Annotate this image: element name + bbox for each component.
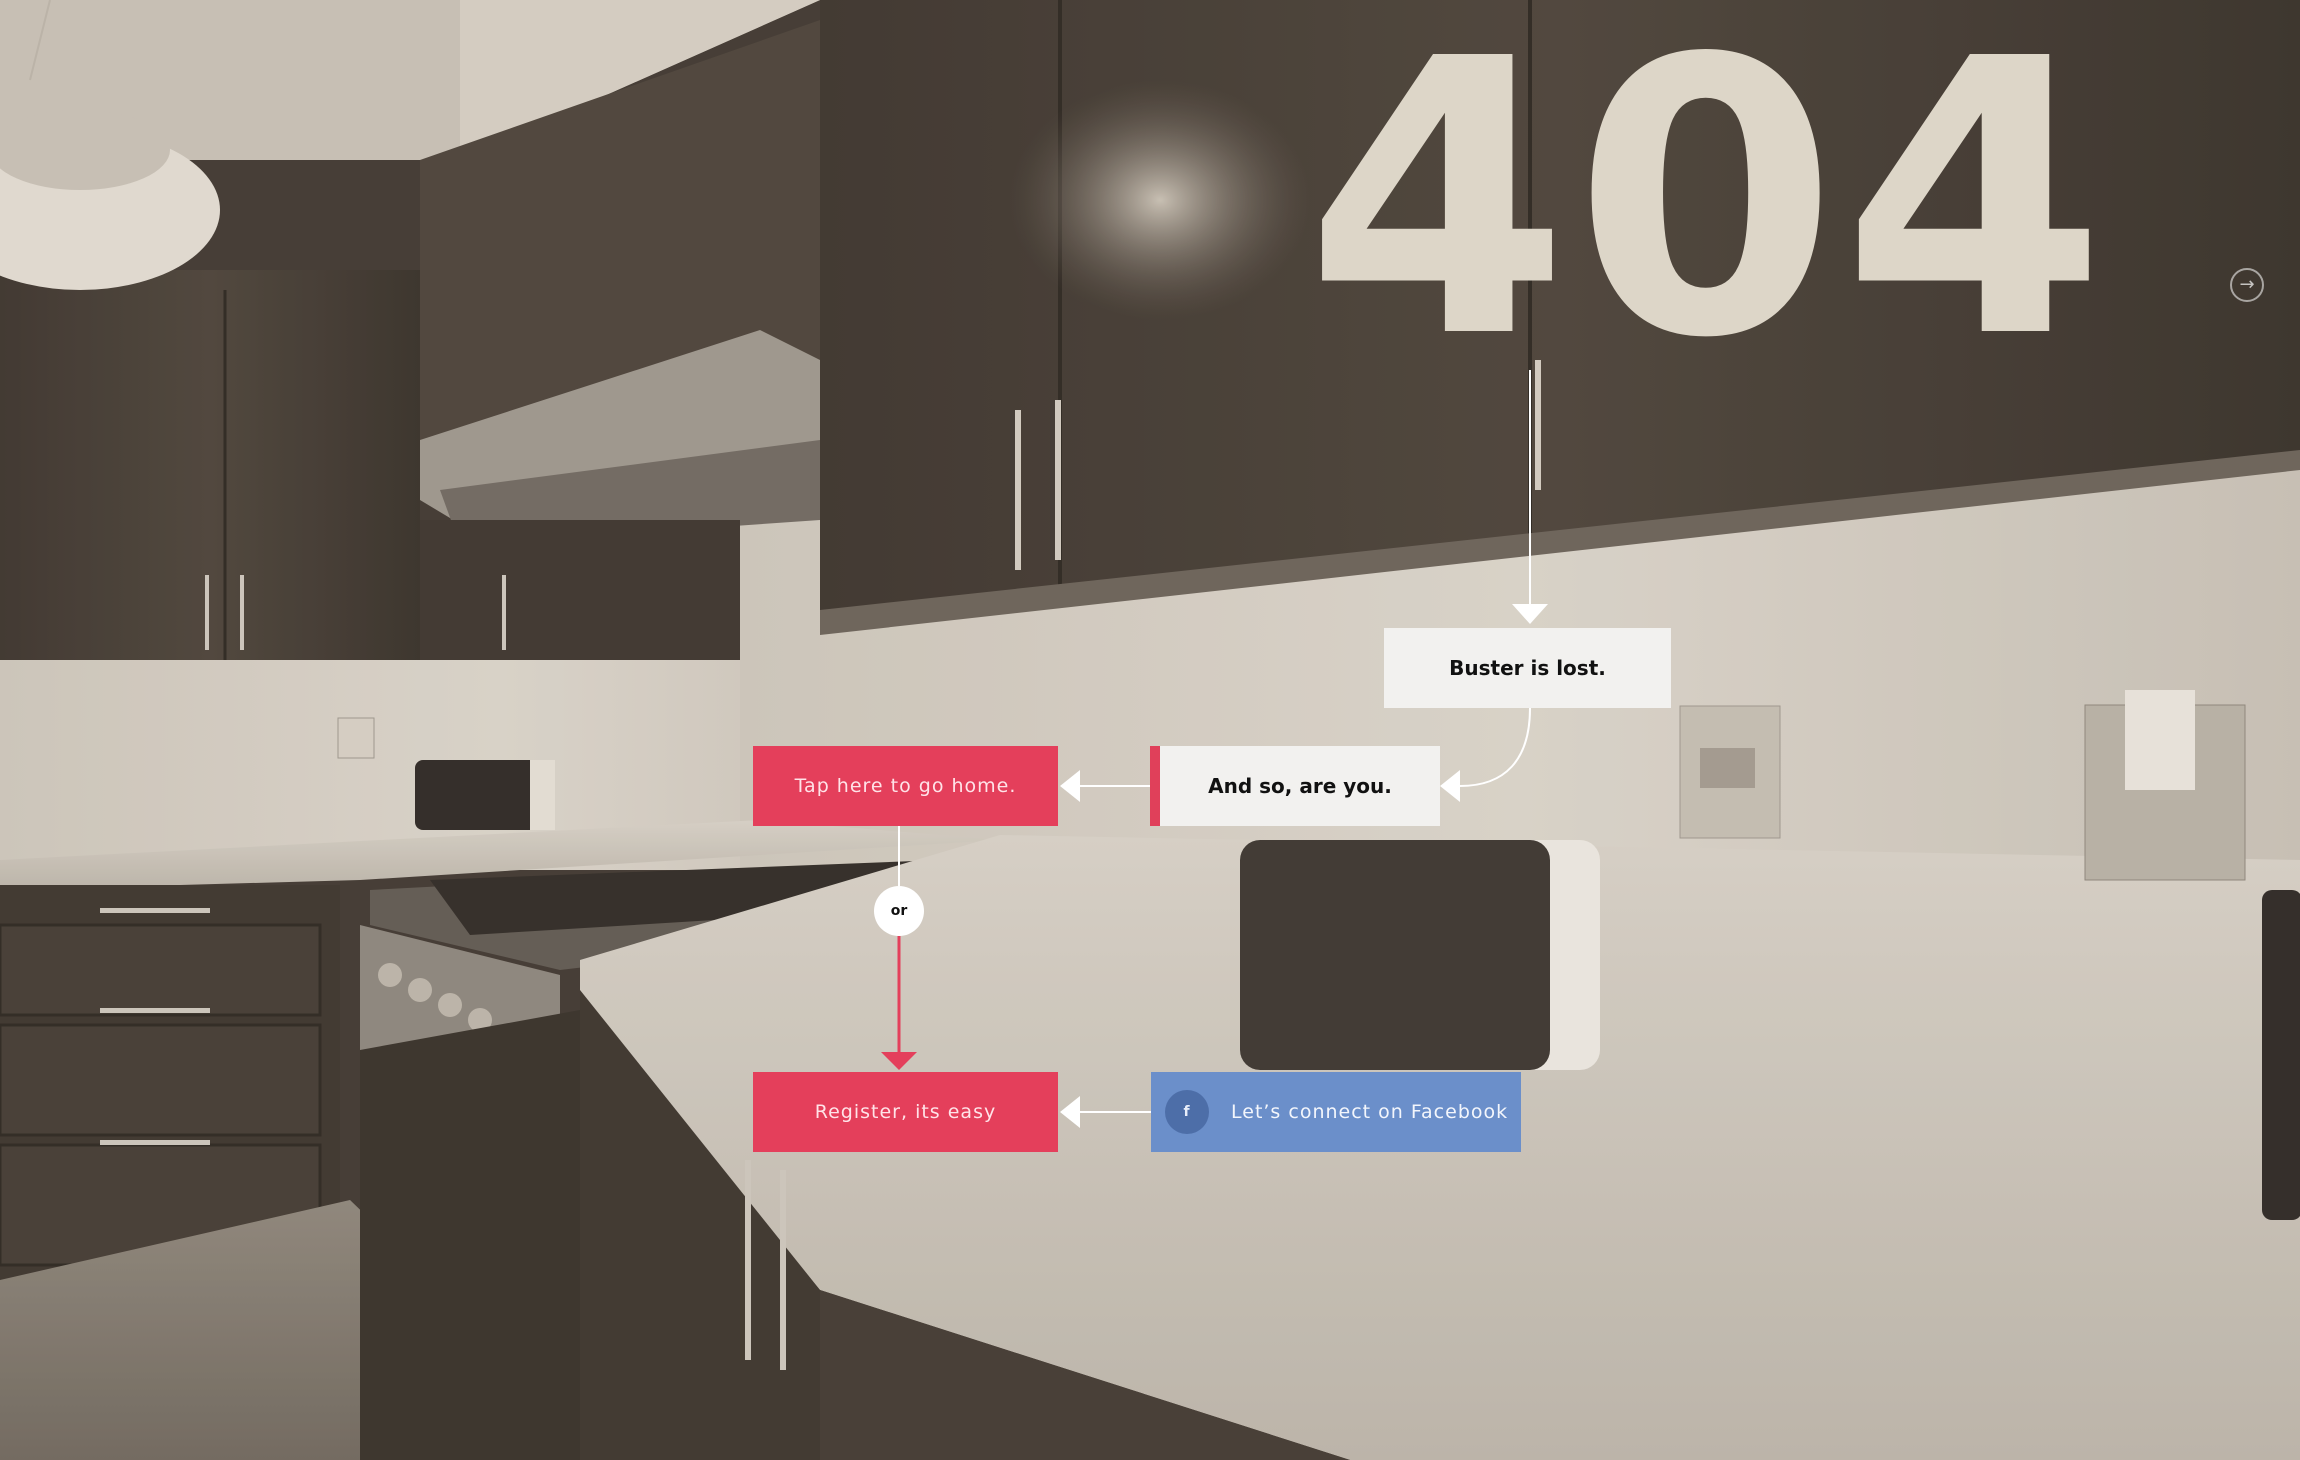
go-home-label: Tap here to go home.: [794, 775, 1017, 797]
facebook-connect-label: Let’s connect on Facebook: [1231, 1101, 1509, 1123]
register-label: Register, its easy: [814, 1101, 997, 1123]
error-code-heading: 404: [1305, 0, 2111, 421]
lost-message-box: Buster is lost.: [1384, 628, 1671, 708]
register-button[interactable]: Register, its easy: [753, 1072, 1058, 1152]
you-message: And so, are you.: [1208, 774, 1392, 798]
facebook-icon: f: [1165, 1090, 1209, 1134]
or-separator: or: [874, 886, 924, 936]
you-message-box: And so, are you.: [1150, 746, 1440, 826]
lost-message: Buster is lost.: [1449, 656, 1606, 680]
go-home-button[interactable]: Tap here to go home.: [753, 746, 1058, 826]
facebook-connect-button[interactable]: f Let’s connect on Facebook: [1151, 1072, 1521, 1152]
arrow-right-circle-icon[interactable]: →: [2230, 268, 2264, 302]
